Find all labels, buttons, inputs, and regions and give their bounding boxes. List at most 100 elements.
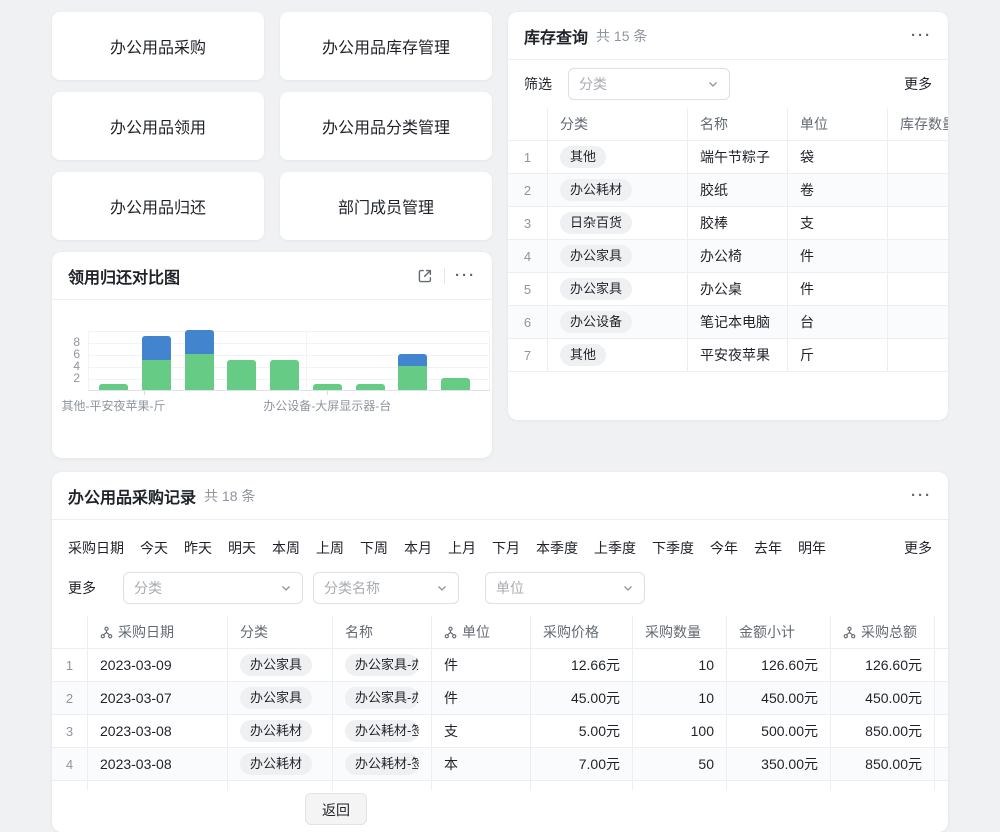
row-number: 2 xyxy=(508,174,548,206)
launcher-button[interactable]: 办公用品分类管理 xyxy=(280,92,492,160)
column-header: 分类 xyxy=(228,616,333,648)
date-quick-filter[interactable]: 去年 xyxy=(754,538,782,558)
filter-select[interactable]: 分类 xyxy=(123,572,303,604)
purchase-row[interactable]: 42023-03-08办公耗材办公耗材-签本7.00元50350.00元850.… xyxy=(52,748,948,781)
bar-segment-green[interactable] xyxy=(270,360,299,390)
expand-icon[interactable] xyxy=(416,267,434,285)
date-quick-filter[interactable]: 上周 xyxy=(316,538,344,558)
date-quick-filter[interactable]: 下周 xyxy=(360,538,388,558)
name-tag: 办公耗材-签 xyxy=(345,720,419,742)
chart-card-header: 领用归还对比图 ··· xyxy=(52,252,492,300)
inventory-row[interactable]: 3日杂百货胶棒支 xyxy=(508,207,948,240)
launcher-button[interactable]: 办公用品库存管理 xyxy=(280,12,492,80)
launcher-button[interactable]: 办公用品归还 xyxy=(52,172,264,240)
name-cell: 办公家具-办 xyxy=(333,682,432,714)
stock-qty-cell xyxy=(888,207,948,239)
name-cell: 平安夜苹果 xyxy=(688,339,788,371)
category-cell: 办公设备 xyxy=(548,306,688,338)
launcher-button[interactable]: 办公用品采购 xyxy=(52,12,264,80)
inventory-row[interactable]: 1其他端午节粽子袋 xyxy=(508,141,948,174)
total-cell: 850.00元 xyxy=(831,748,935,780)
more-icon[interactable]: ··· xyxy=(455,271,476,281)
inventory-row[interactable]: 2办公耗材胶纸卷 xyxy=(508,174,948,207)
bar-segment-green[interactable] xyxy=(99,384,128,390)
row-number: 4 xyxy=(508,240,548,272)
unit-cell: 件 xyxy=(788,273,888,305)
name-cell: 办公椅 xyxy=(688,240,788,272)
bar-segment-green[interactable] xyxy=(398,366,427,390)
date-quick-filter[interactable]: 昨天 xyxy=(184,538,212,558)
bar-segment-blue[interactable] xyxy=(398,354,427,366)
date-quick-filter[interactable]: 本周 xyxy=(272,538,300,558)
column-header: 单位 xyxy=(788,108,888,140)
subtotal-cell: 500.00元 xyxy=(727,715,831,747)
date-quick-filter[interactable]: 上季度 xyxy=(594,538,636,558)
date-quick-filter[interactable]: 本季度 xyxy=(536,538,578,558)
category-tag: 办公家具 xyxy=(240,654,312,676)
column-header: 库存数量 xyxy=(888,108,948,140)
stock-qty-cell xyxy=(888,339,948,371)
qty-cell: 100 xyxy=(633,715,727,747)
launcher-button[interactable]: 办公用品领用 xyxy=(52,92,264,160)
name-tag: 办公家具-办 xyxy=(345,654,419,676)
column-header-label: 采购总额 xyxy=(861,622,917,642)
x-axis-tick xyxy=(327,391,328,395)
date-quick-filter[interactable]: 下季度 xyxy=(652,538,694,558)
name-cell: 办公耗材-签 xyxy=(333,715,432,747)
purchase-row[interactable]: 32023-03-08办公耗材办公耗材-签支5.00元100500.00元850… xyxy=(52,715,948,748)
chevron-down-icon xyxy=(622,582,634,594)
purchase-more-filters[interactable]: 更多 xyxy=(904,538,932,558)
inventory-more-filters[interactable]: 更多 xyxy=(904,74,932,94)
date-quick-filter[interactable]: 今年 xyxy=(710,538,738,558)
category-tag: 其他 xyxy=(560,344,606,366)
back-button[interactable]: 返回 xyxy=(305,793,367,825)
row-number: 4 xyxy=(52,748,88,780)
table-header-row: 采购日期分类名称单位采购价格采购数量金额小计采购总额 xyxy=(52,616,948,649)
category-tag: 办公设备 xyxy=(560,311,632,333)
purchase-row[interactable]: 22023-03-07办公家具办公家具-办件45.00元10450.00元450… xyxy=(52,682,948,715)
row-number: 2 xyxy=(52,682,88,714)
date-quick-filter[interactable]: 今天 xyxy=(140,538,168,558)
unit-cell: 件 xyxy=(432,649,531,681)
subtotal-cell: 350.00元 xyxy=(727,748,831,780)
purchase-row[interactable]: 12023-03-09办公家具办公家具-办件12.66元10126.60元126… xyxy=(52,649,948,682)
chart-plot: 2468其他-平安夜苹果-斤办公设备-大屏显示器-台 xyxy=(88,331,490,391)
bar-segment-green[interactable] xyxy=(227,360,256,390)
bar-segment-green[interactable] xyxy=(313,384,342,390)
column-header: 金额小计 xyxy=(727,616,831,648)
launcher-button[interactable]: 部门成员管理 xyxy=(280,172,492,240)
date-quick-filter[interactable]: 下月 xyxy=(492,538,520,558)
name-cell: 办公耗材-签 xyxy=(333,748,432,780)
column-header: 单位 xyxy=(432,616,531,648)
date-quick-filter[interactable]: 本月 xyxy=(404,538,432,558)
date-quick-filter[interactable]: 明年 xyxy=(798,538,826,558)
row-number: 5 xyxy=(508,273,548,305)
bar-segment-green[interactable] xyxy=(356,384,385,390)
filter-select[interactable]: 分类名称 xyxy=(313,572,459,604)
x-axis-label: 其他-平安夜苹果-斤 xyxy=(62,397,166,414)
inventory-filter-row: 筛选 分类 更多 xyxy=(508,60,948,108)
inventory-card: 库存查询 共 15 条 ··· 筛选 分类 更多 分类名称单位库存数量1其他端午… xyxy=(508,12,948,420)
inventory-row[interactable]: 4办公家具办公椅件 xyxy=(508,240,948,273)
inventory-row[interactable]: 6办公设备笔记本电脑台 xyxy=(508,306,948,339)
bar-segment-green[interactable] xyxy=(142,360,171,390)
price-cell: 7.00元 xyxy=(531,748,633,780)
name-cell: 办公家具-办 xyxy=(333,649,432,681)
filter-select[interactable]: 单位 xyxy=(485,572,645,604)
bar-segment-green[interactable] xyxy=(441,378,470,390)
bar-segment-blue[interactable] xyxy=(142,336,171,360)
category-filter-select[interactable]: 分类 xyxy=(568,68,730,100)
category-cell: 办公家具 xyxy=(228,649,333,681)
bar-segment-green[interactable] xyxy=(185,354,214,390)
more-icon[interactable]: ··· xyxy=(911,31,932,41)
inventory-row[interactable]: 5办公家具办公桌件 xyxy=(508,273,948,306)
y-axis-label: 8 xyxy=(52,335,80,350)
name-tag: 办公家具-办 xyxy=(345,687,419,709)
bar-segment-blue[interactable] xyxy=(185,330,214,354)
date-quick-filter[interactable]: 明天 xyxy=(228,538,256,558)
inventory-row[interactable]: 7其他平安夜苹果斤 xyxy=(508,339,948,372)
more-icon[interactable]: ··· xyxy=(911,491,932,501)
date-quick-filter[interactable]: 上月 xyxy=(448,538,476,558)
category-tag: 办公耗材 xyxy=(560,179,632,201)
lookup-icon xyxy=(444,626,457,639)
